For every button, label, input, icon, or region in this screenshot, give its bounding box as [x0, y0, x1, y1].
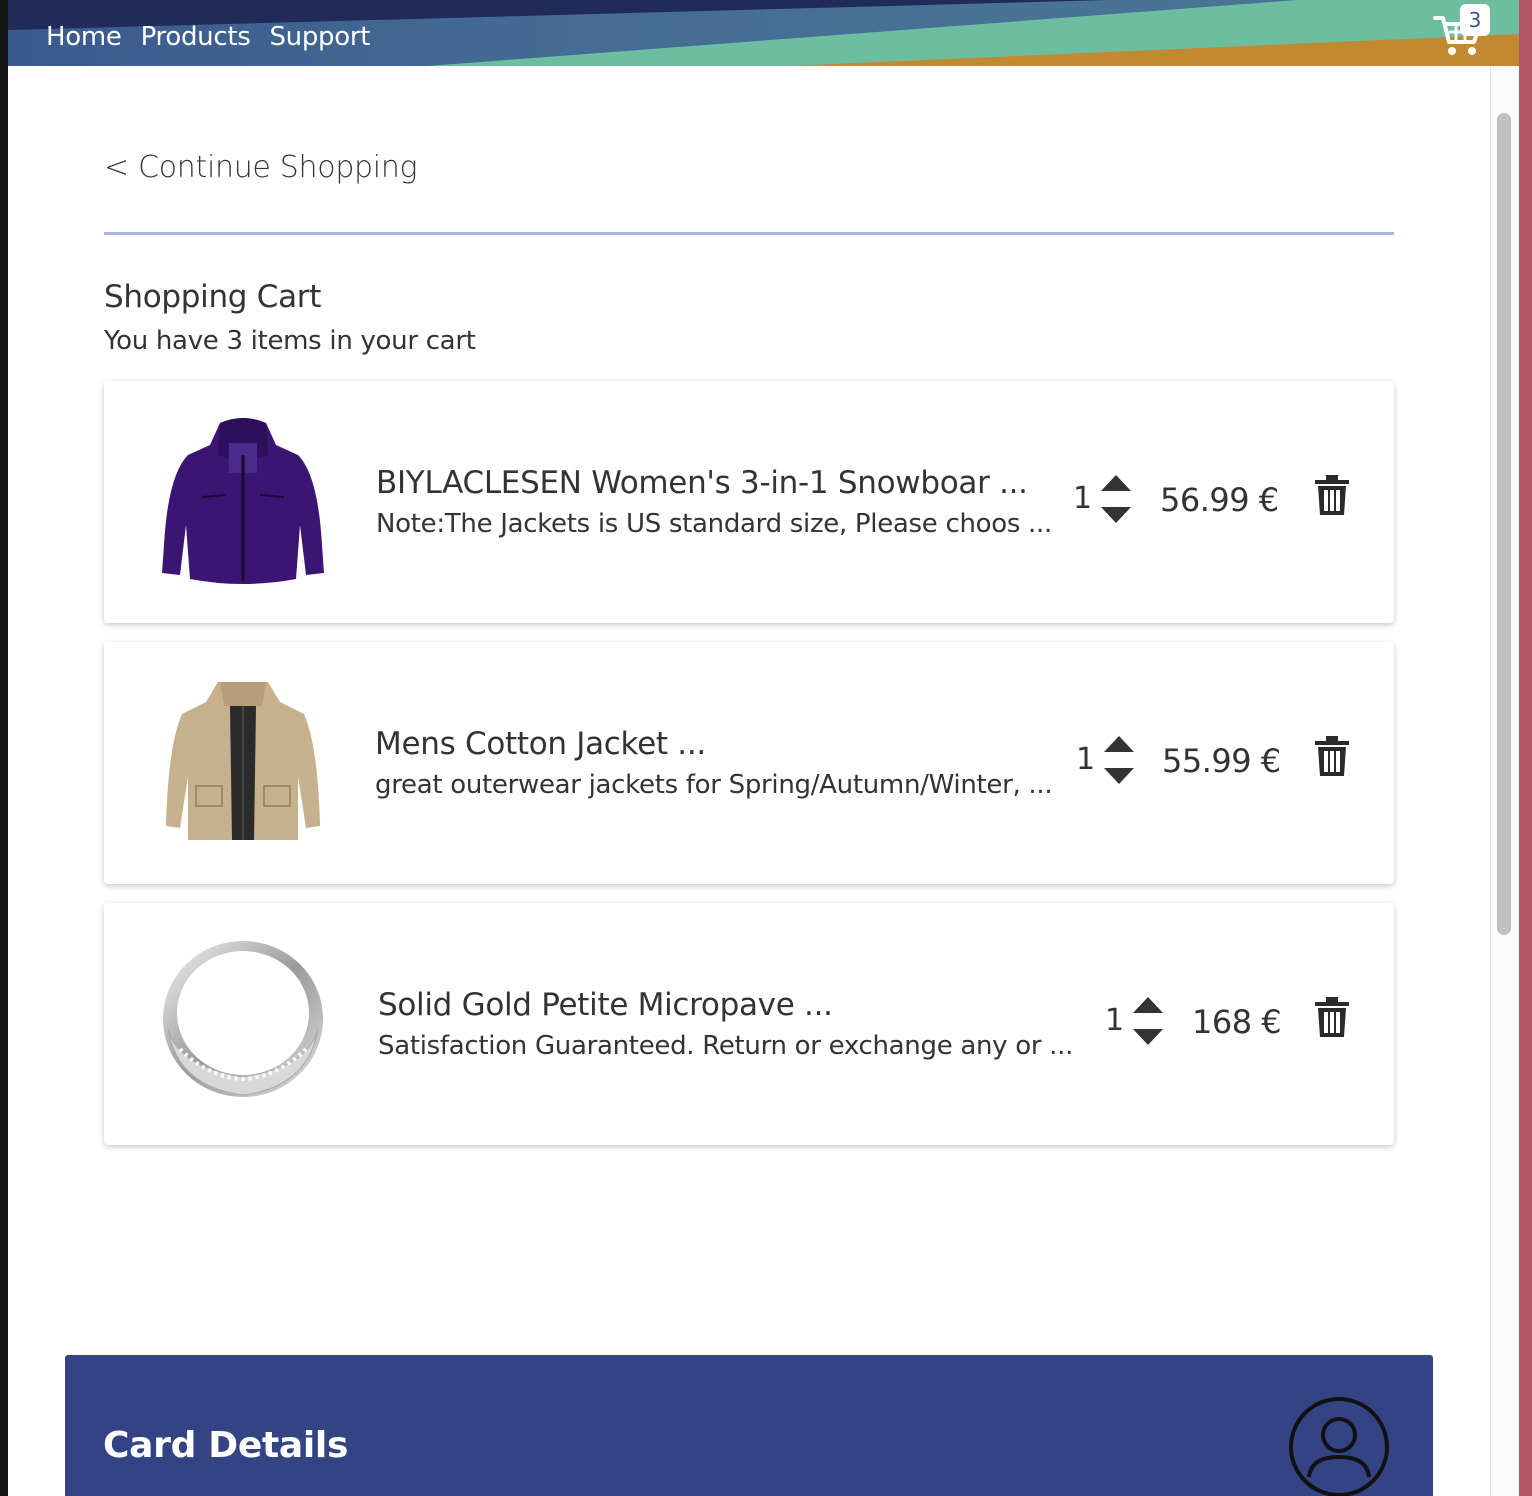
- item-quantity: 1: [1073, 481, 1093, 516]
- quantity-stepper: [1102, 734, 1136, 786]
- quantity-increase-icon[interactable]: [1102, 734, 1136, 754]
- item-description: great outerwear jackets for Spring/Autum…: [375, 770, 1053, 800]
- item-price: 168 €: [1192, 1003, 1282, 1041]
- cart-title: Shopping Cart: [104, 279, 322, 315]
- quantity-increase-icon[interactable]: [1131, 995, 1165, 1015]
- quantity-increase-icon[interactable]: [1099, 473, 1133, 493]
- card-details-panel: Card Details: [65, 1355, 1433, 1496]
- item-quantity: 1: [1076, 742, 1096, 777]
- nav-links: Home Products Support: [46, 22, 370, 52]
- nav-products-link[interactable]: Products: [141, 22, 251, 52]
- item-description: Note:The Jackets is US standard size, Pl…: [376, 509, 1052, 539]
- vertical-scrollbar-thumb[interactable]: [1497, 113, 1511, 935]
- item-price: 55.99 €: [1162, 742, 1281, 780]
- silver-ring-image: [163, 941, 323, 1097]
- continue-shopping-link[interactable]: < Continue Shopping: [104, 150, 418, 185]
- trash-icon[interactable]: [1314, 475, 1350, 515]
- khaki-jacket-image: [166, 682, 320, 840]
- app-window: Home Products Support 3 < Continue Shopp…: [8, 0, 1519, 1496]
- quantity-decrease-icon[interactable]: [1102, 766, 1136, 786]
- quantity-stepper: [1131, 995, 1165, 1047]
- background-left-edge: [0, 0, 8, 1496]
- item-quantity: 1: [1105, 1003, 1125, 1038]
- top-navbar: Home Products Support 3: [8, 0, 1519, 66]
- cart-item: Mens Cotton Jacket ... great outerwear j…: [104, 642, 1394, 884]
- cart-item: BIYLACLESEN Women's 3-in-1 Snowboar ... …: [104, 381, 1394, 623]
- background-right-edge: [1519, 0, 1532, 1496]
- item-name[interactable]: Mens Cotton Jacket ...: [375, 726, 706, 762]
- purple-jacket-image: [162, 418, 324, 584]
- trash-icon[interactable]: [1314, 997, 1350, 1037]
- user-avatar-icon[interactable]: [1287, 1395, 1391, 1496]
- nav-home-link[interactable]: Home: [46, 22, 122, 52]
- item-name[interactable]: Solid Gold Petite Micropave ...: [378, 987, 833, 1023]
- cart-button[interactable]: 3: [1432, 4, 1492, 60]
- quantity-stepper: [1099, 473, 1133, 525]
- item-name[interactable]: BIYLACLESEN Women's 3-in-1 Snowboar ...: [376, 465, 1028, 501]
- trash-icon[interactable]: [1314, 736, 1350, 776]
- quantity-decrease-icon[interactable]: [1131, 1027, 1165, 1047]
- cart-item: Solid Gold Petite Micropave ... Satisfac…: [104, 903, 1394, 1145]
- section-divider: [104, 232, 1394, 235]
- quantity-decrease-icon[interactable]: [1099, 505, 1133, 525]
- card-details-title: Card Details: [103, 1425, 349, 1466]
- cart-count-badge: 3: [1460, 4, 1490, 36]
- nav-support-link[interactable]: Support: [269, 22, 370, 52]
- cart-item-count: You have 3 items in your cart: [104, 326, 476, 356]
- item-price: 56.99 €: [1160, 481, 1279, 519]
- item-description: Satisfaction Guaranteed. Return or excha…: [378, 1031, 1074, 1061]
